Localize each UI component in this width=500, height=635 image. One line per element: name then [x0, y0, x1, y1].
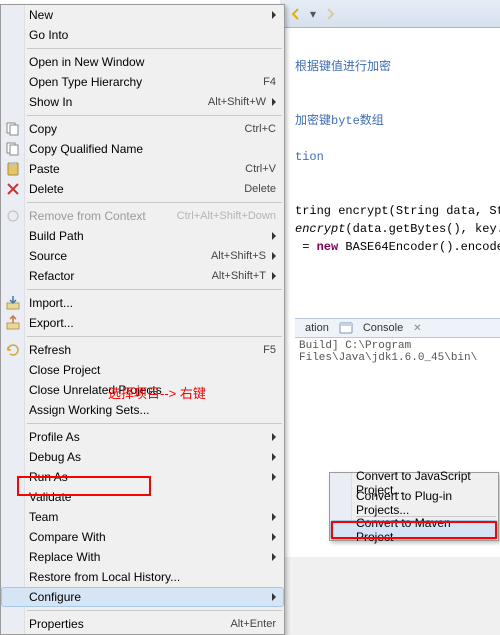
menu-validate[interactable]: Validate [1, 487, 284, 507]
menu-show-in[interactable]: Show InAlt+Shift+W [1, 92, 284, 112]
menu-copy[interactable]: CopyCtrl+C [1, 119, 284, 139]
dropdown-icon[interactable]: ▾ [310, 7, 316, 21]
history-forward-icon[interactable] [322, 6, 338, 22]
menu-open-new-window[interactable]: Open in New Window [1, 52, 284, 72]
console-icon [339, 321, 353, 335]
menu-team[interactable]: Team [1, 507, 284, 527]
history-back-icon[interactable] [288, 6, 304, 22]
paste-icon [5, 161, 21, 177]
menu-compare-with[interactable]: Compare With [1, 527, 284, 547]
tab-console[interactable]: Console [357, 321, 409, 335]
menu-close-project[interactable]: Close Project [1, 360, 284, 380]
menu-configure[interactable]: Configure [1, 587, 284, 607]
code-keyword: new [317, 240, 339, 254]
remove-context-icon [5, 208, 21, 224]
export-icon [5, 315, 21, 331]
menu-refresh[interactable]: RefreshF5 [1, 340, 284, 360]
menu-export[interactable]: Export... [1, 313, 284, 333]
code-text: encrypt [295, 222, 345, 236]
menu-go-into[interactable]: Go Into [1, 25, 284, 45]
menu-properties[interactable]: PropertiesAlt+Enter [1, 614, 284, 634]
copy-icon [5, 121, 21, 137]
menu-paste[interactable]: PasteCtrl+V [1, 159, 284, 179]
menu-run-as[interactable]: Run As [1, 467, 284, 487]
import-icon [5, 295, 21, 311]
submenu-convert-plugin[interactable]: Convert to Plug-in Projects... [330, 493, 498, 513]
delete-icon [5, 181, 21, 197]
close-icon[interactable]: ✕ [413, 323, 421, 334]
code-editor[interactable]: 根据键值进行加密 加密键byte数组 tion tring encrypt(St… [295, 40, 500, 274]
menu-open-type-hierarchy[interactable]: Open Type HierarchyF4 [1, 72, 284, 92]
menu-restore-history[interactable]: Restore from Local History... [1, 567, 284, 587]
copy-qualified-icon [5, 141, 21, 157]
toolbar: ▾ [280, 0, 500, 28]
menu-source[interactable]: SourceAlt+Shift+S [1, 246, 284, 266]
code-text: BASE64Encoder().encode(bt) [338, 240, 500, 254]
console-tabs: ation Console ✕ [295, 318, 500, 338]
console-panel: ation Console ✕ Build] C:\Program Files\… [295, 318, 500, 366]
menu-copy-qualified[interactable]: Copy Qualified Name [1, 139, 284, 159]
code-comment: 加密键byte数组 [295, 114, 384, 128]
menu-build-path[interactable]: Build Path [1, 226, 284, 246]
menu-debug-as[interactable]: Debug As [1, 447, 284, 467]
menu-refactor[interactable]: RefactorAlt+Shift+T [1, 266, 284, 286]
submenu-convert-maven[interactable]: Convert to Maven Project [330, 520, 498, 540]
menu-remove-context: Remove from ContextCtrl+Alt+Shift+Down [1, 206, 284, 226]
code-comment: 根据键值进行加密 [295, 60, 391, 74]
code-text: tring encrypt(String data, String [295, 204, 500, 218]
annotation-text: 选择项目--> 右键 [108, 383, 206, 402]
menu-import[interactable]: Import... [1, 293, 284, 313]
code-comment: tion [295, 150, 324, 164]
code-text: = [295, 240, 317, 254]
menu-profile-as[interactable]: Profile As [1, 427, 284, 447]
tab-fragment[interactable]: ation [299, 321, 335, 335]
menu-delete[interactable]: DeleteDelete [1, 179, 284, 199]
context-menu: New Go Into Open in New Window Open Type… [0, 4, 285, 635]
refresh-icon [5, 342, 21, 358]
menu-new[interactable]: New [1, 5, 284, 25]
console-output: Build] C:\Program Files\Java\jdk1.6.0_45… [295, 338, 500, 366]
code-text: (data.getBytes(), key.get [345, 222, 500, 236]
configure-submenu: Convert to JavaScript Project... Convert… [329, 472, 499, 541]
menu-assign-working-sets[interactable]: Assign Working Sets... [1, 400, 284, 420]
menu-replace-with[interactable]: Replace With [1, 547, 284, 567]
